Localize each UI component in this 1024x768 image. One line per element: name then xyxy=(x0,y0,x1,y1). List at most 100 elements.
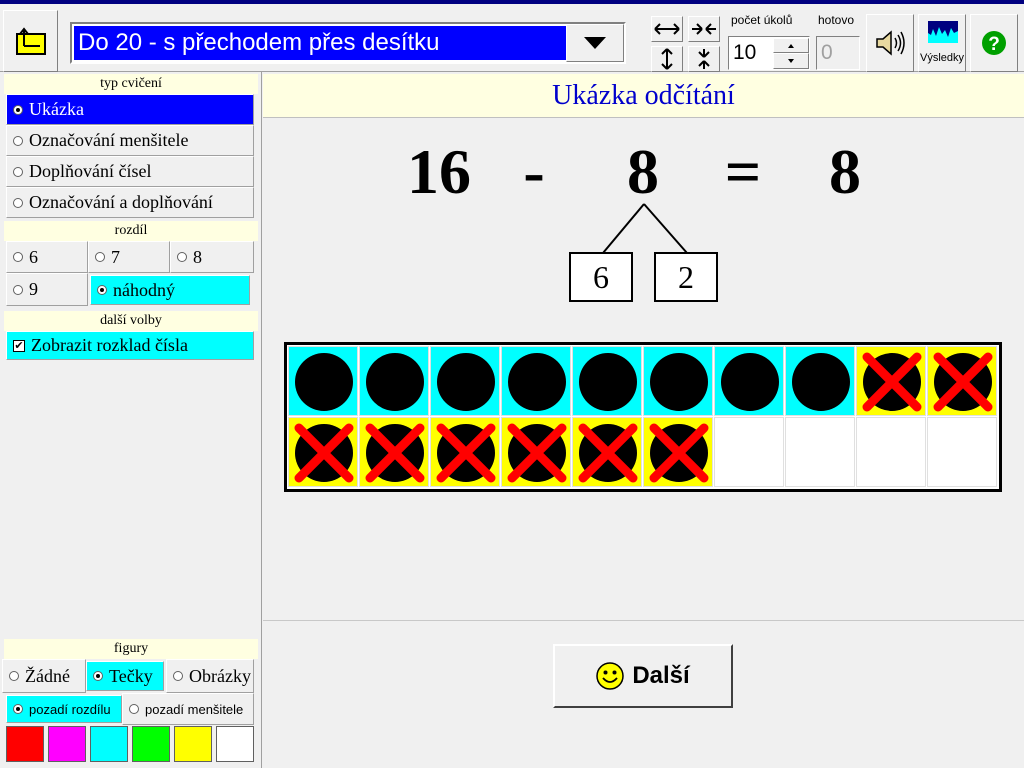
exercise-title: Ukázka odčítání xyxy=(263,74,1024,118)
radio-icon xyxy=(13,135,23,146)
bg-option-difference[interactable]: pozadí rozdílu xyxy=(6,695,122,723)
radio-icon xyxy=(173,671,183,681)
help-button[interactable]: ? xyxy=(970,14,1018,72)
counting-grid xyxy=(284,342,1002,492)
done-label: hotovo xyxy=(818,13,855,27)
type-option-label: Označování a doplňování xyxy=(29,192,213,212)
next-button[interactable]: Další xyxy=(553,644,733,708)
subtrahend: 8 xyxy=(627,136,659,207)
dot-figure xyxy=(579,353,637,411)
count-spinner[interactable]: 10 xyxy=(728,36,810,70)
grid-cell-crossed xyxy=(856,346,926,416)
diff-option-label: náhodný xyxy=(113,279,175,300)
exercise-select-value: Do 20 - s přechodem přes desítku xyxy=(74,26,566,60)
cross-mark-icon xyxy=(365,423,425,483)
sound-button[interactable] xyxy=(866,14,914,72)
grid-cell-empty xyxy=(927,417,997,487)
app-window: Do 20 - s přechodem přes desítku počet ú… xyxy=(0,0,1024,768)
decomposition-part-1: 6 xyxy=(569,252,633,302)
dot-figure xyxy=(437,353,495,411)
type-option-label: Označování menšitele xyxy=(29,130,189,150)
type-option-mark-and-fill[interactable]: Označování a doplňování xyxy=(6,187,254,218)
shrink-vertical-button[interactable] xyxy=(688,46,720,72)
bg-option-subtrahend[interactable]: pozadí menšitele xyxy=(122,693,254,725)
grid-cell-dot xyxy=(714,346,784,416)
minus-sign: - xyxy=(523,136,545,207)
radio-icon xyxy=(129,704,139,714)
figure-option-none[interactable]: Žádné xyxy=(2,659,86,693)
diff-option-label: 9 xyxy=(29,279,38,299)
expand-horizontal-button[interactable] xyxy=(651,16,683,42)
grid-cell-crossed xyxy=(927,346,997,416)
exercise-dropdown-button[interactable] xyxy=(566,24,624,62)
more-header: další volby xyxy=(4,311,258,331)
checkbox-checked-icon: ✔ xyxy=(13,338,25,352)
exercise-area: Ukázka odčítání 16 - 8 = 8 6 2 Další xyxy=(263,72,1024,768)
cross-mark-icon xyxy=(862,352,922,412)
exercise-select[interactable]: Do 20 - s přechodem přes desítku xyxy=(70,22,626,64)
grid-cell-crossed xyxy=(572,417,642,487)
dot-figure xyxy=(721,353,779,411)
diff-header: rozdíl xyxy=(4,221,258,241)
color-swatch-yellow[interactable] xyxy=(174,726,212,762)
diff-option-random[interactable]: náhodný xyxy=(90,275,250,305)
radio-icon xyxy=(177,252,187,262)
color-swatch-magenta[interactable] xyxy=(48,726,86,762)
figure-option-pictures[interactable]: Obrázky xyxy=(166,659,254,693)
color-swatch-red[interactable] xyxy=(6,726,44,762)
done-value: 0 xyxy=(821,41,833,64)
count-down-button[interactable] xyxy=(773,53,809,69)
divider xyxy=(263,620,1024,621)
diff-option-9[interactable]: 9 xyxy=(6,273,88,306)
radio-icon xyxy=(13,197,23,208)
grid-cell-dot xyxy=(785,346,855,416)
grid-cell-empty xyxy=(714,417,784,487)
grid-cell-dot xyxy=(430,346,500,416)
count-label: počet úkolů xyxy=(731,13,793,27)
color-swatch-green[interactable] xyxy=(132,726,170,762)
type-option-fill-numbers[interactable]: Doplňování čísel xyxy=(6,156,254,187)
type-option-mark-subtrahend[interactable]: Označování menšitele xyxy=(6,125,254,156)
color-swatch-white[interactable] xyxy=(216,726,254,762)
expand-horizontal-icon xyxy=(654,23,680,35)
back-button[interactable] xyxy=(3,10,58,72)
grid-cell-empty xyxy=(856,417,926,487)
count-up-button[interactable] xyxy=(773,38,809,53)
equals-sign: = xyxy=(724,136,762,207)
expand-vertical-button[interactable] xyxy=(651,46,683,72)
diff-option-label: 7 xyxy=(111,246,120,267)
color-swatch-cyan[interactable] xyxy=(90,726,128,762)
diff-option-7[interactable]: 7 xyxy=(88,241,170,273)
decomposition-lines xyxy=(602,203,688,254)
cross-mark-icon xyxy=(649,423,709,483)
shrink-horizontal-icon xyxy=(692,23,716,35)
shrink-horizontal-button[interactable] xyxy=(688,16,720,42)
chevron-up-icon xyxy=(788,44,794,48)
svg-text:?: ? xyxy=(988,34,1000,55)
type-option-demo[interactable]: Ukázka xyxy=(6,94,254,125)
show-decomposition-label: Zobrazit rozklad čísla xyxy=(31,335,188,355)
figure-option-label: Tečky xyxy=(109,665,153,686)
count-value: 10 xyxy=(733,41,757,64)
chevron-down-icon xyxy=(788,59,794,63)
figure-option-label: Žádné xyxy=(25,665,70,686)
results-label: Výsledky xyxy=(919,52,965,64)
radio-icon xyxy=(93,671,103,681)
expand-vertical-icon xyxy=(661,48,673,70)
dot-figure xyxy=(295,353,353,411)
bg-option-label: pozadí menšitele xyxy=(145,701,244,717)
diff-option-8[interactable]: 8 xyxy=(170,241,254,273)
cross-mark-icon xyxy=(933,352,993,412)
next-button-label: Další xyxy=(632,662,690,689)
radio-icon xyxy=(13,166,23,177)
radio-icon xyxy=(13,104,23,115)
bg-option-label: pozadí rozdílu xyxy=(29,701,111,717)
show-decomposition-checkbox[interactable]: ✔ Zobrazit rozklad čísla xyxy=(6,331,254,360)
figure-option-dots[interactable]: Tečky xyxy=(86,661,164,691)
toolbar: Do 20 - s přechodem přes desítku počet ú… xyxy=(0,0,1024,72)
shrink-vertical-icon xyxy=(698,49,710,69)
grid-cell-crossed xyxy=(430,417,500,487)
diff-option-6[interactable]: 6 xyxy=(6,241,88,273)
results-button[interactable]: Výsledky xyxy=(918,14,966,72)
diff-option-label: 6 xyxy=(29,246,38,267)
